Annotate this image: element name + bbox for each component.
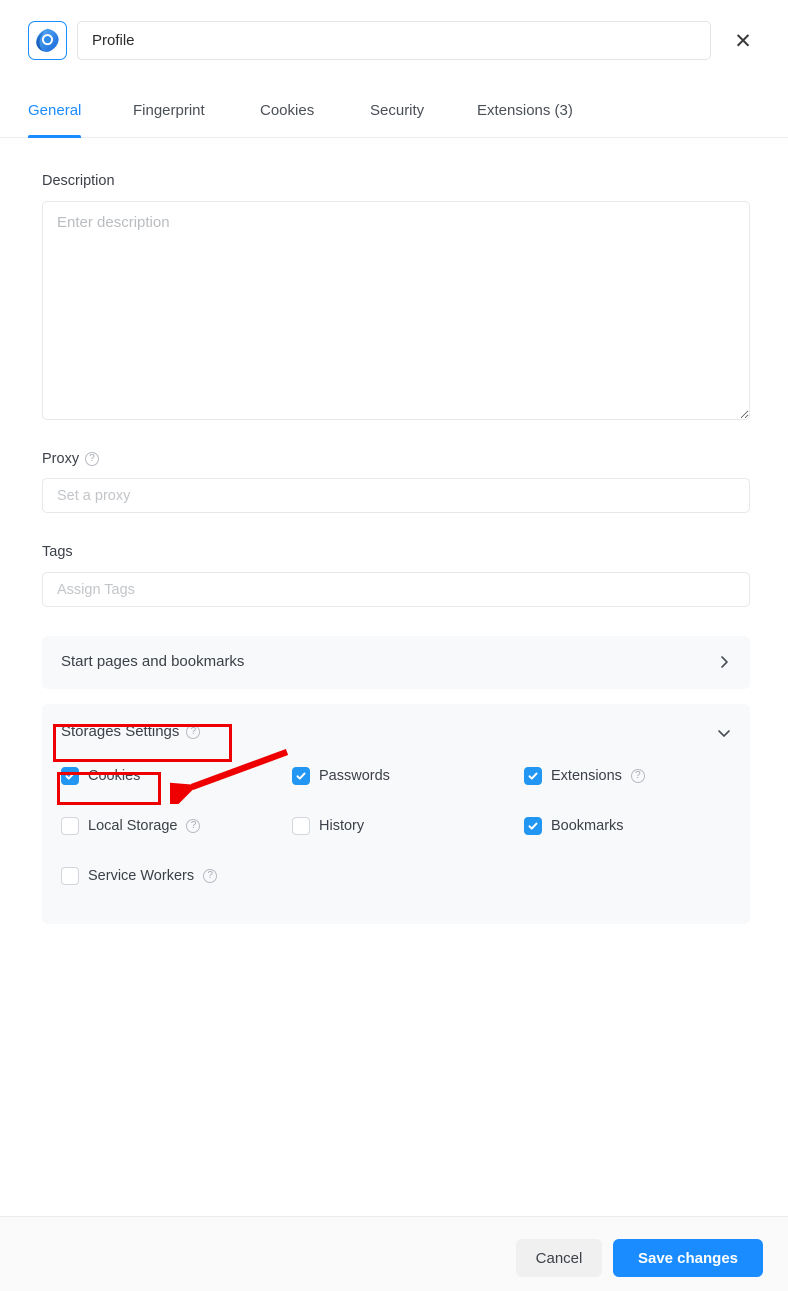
checkbox-passwords[interactable]: Passwords [292, 767, 390, 785]
service-workers-help-icon[interactable]: ? [203, 869, 218, 883]
checkbox-history-label: History [319, 818, 365, 834]
checkbox-history[interactable]: History [292, 817, 364, 835]
storages-settings-title-text: Storages Settings [61, 723, 180, 740]
checkbox-extensions-box[interactable] [524, 767, 542, 785]
checkbox-service-workers[interactable]: Service Workers ? [61, 867, 218, 885]
checkbox-passwords-box[interactable] [292, 767, 310, 785]
tab-general-label: General [28, 101, 82, 119]
storages-settings-help-icon[interactable]: ? [186, 724, 201, 739]
checkbox-cookies[interactable]: Cookies [61, 767, 140, 785]
tags-label-text: Tags [42, 544, 73, 560]
tab-cookies-label: Cookies [260, 101, 315, 119]
save-changes-button[interactable]: Save changes [613, 1239, 763, 1277]
tab-extensions-label: Extensions (3) [477, 101, 573, 119]
proxy-input[interactable] [42, 478, 750, 513]
chevron-right-icon[interactable] [716, 654, 732, 670]
tab-fingerprint-label: Fingerprint [133, 101, 205, 119]
proxy-label: Proxy ? [42, 451, 100, 467]
checkbox-cookies-label: Cookies [88, 768, 141, 784]
checkbox-passwords-label: Passwords [319, 768, 390, 784]
checkbox-bookmarks-box[interactable] [524, 817, 542, 835]
checkbox-local-storage-label: Local Storage [88, 818, 178, 834]
checkbox-cookies-box[interactable] [61, 767, 79, 785]
description-label-text: Description [42, 173, 115, 189]
description-label: Description [42, 173, 115, 189]
checkbox-local-storage[interactable]: Local Storage ? [61, 817, 201, 835]
general-tab-panel: Description Proxy ? Tags Start pages and… [0, 138, 788, 1216]
storages-settings-title[interactable]: Storages Settings ? [61, 723, 201, 740]
close-icon[interactable]: ✕ [728, 26, 758, 56]
tab-general[interactable]: General [28, 82, 82, 138]
cancel-button[interactable]: Cancel [516, 1239, 602, 1277]
tab-cookies[interactable]: Cookies [260, 82, 314, 138]
checkbox-bookmarks-label: Bookmarks [551, 818, 624, 834]
local-storage-help-icon[interactable]: ? [186, 819, 201, 833]
tags-label: Tags [42, 544, 73, 560]
dialog-footer: Cancel Save changes [0, 1216, 788, 1291]
tab-security-label: Security [370, 101, 425, 119]
checkbox-bookmarks[interactable]: Bookmarks [524, 817, 624, 835]
storages-settings-panel: Storages Settings ? Cookies Passwords Ex… [42, 704, 750, 924]
checkbox-extensions-label: Extensions [551, 768, 622, 784]
tags-input[interactable] [42, 572, 750, 607]
profile-name-input[interactable] [77, 21, 711, 60]
chevron-down-icon[interactable] [716, 725, 732, 741]
dialog-header: ✕ [0, 0, 788, 82]
checkbox-service-workers-box[interactable] [61, 867, 79, 885]
tab-bar: General Fingerprint Cookies Security Ext… [0, 82, 788, 138]
tab-extensions[interactable]: Extensions (3) [477, 82, 573, 138]
proxy-label-text: Proxy [42, 451, 80, 467]
start-pages-title: Start pages and bookmarks [61, 653, 245, 670]
profile-logo-icon [28, 21, 67, 60]
proxy-help-icon[interactable]: ? [85, 452, 100, 466]
tab-security[interactable]: Security [370, 82, 424, 138]
extensions-help-icon[interactable]: ? [630, 769, 645, 783]
checkbox-history-box[interactable] [292, 817, 310, 835]
description-input[interactable] [42, 201, 750, 420]
tab-fingerprint[interactable]: Fingerprint [133, 82, 205, 138]
checkbox-local-storage-box[interactable] [61, 817, 79, 835]
start-pages-and-bookmarks-row[interactable]: Start pages and bookmarks [42, 636, 750, 689]
checkbox-extensions[interactable]: Extensions ? [524, 767, 645, 785]
checkbox-service-workers-label: Service Workers [88, 868, 195, 884]
